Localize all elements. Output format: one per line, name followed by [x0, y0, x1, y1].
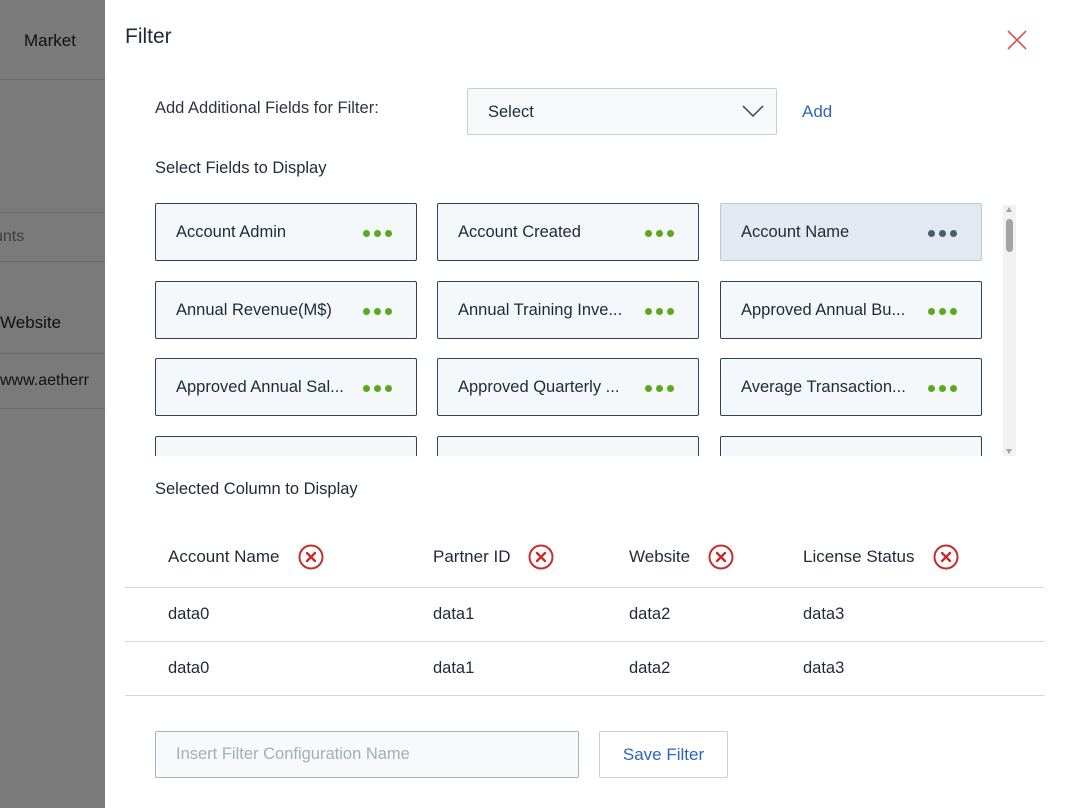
field-chip[interactable]: [155, 436, 417, 456]
table-cell: data3: [803, 605, 845, 623]
column-header-account-name: Account Name: [168, 544, 324, 570]
chevron-down-icon: [742, 105, 764, 118]
field-chip-approved-annual-sal[interactable]: Approved Annual Sal...: [155, 358, 417, 416]
field-chip-grid: Account Admin Account Created Account Na…: [155, 203, 1017, 456]
add-fields-label: Add Additional Fields for Filter:: [155, 99, 379, 117]
bg-cell-url: www.aetherr: [0, 372, 89, 389]
chip-label: Annual Revenue(M$): [176, 301, 332, 319]
more-dots-icon: [928, 385, 957, 392]
column-header-label: Website: [629, 547, 691, 566]
bg-nav-market: Market: [24, 31, 76, 50]
column-header-label: License Status: [803, 547, 915, 566]
more-dots-icon: [645, 385, 674, 392]
table-row: data0 data1 data2 data3: [125, 642, 1045, 696]
remove-column-icon[interactable]: [933, 544, 959, 570]
field-chip-approved-quarterly[interactable]: Approved Quarterly ...: [437, 358, 699, 416]
column-header-partner-id: Partner ID: [433, 544, 554, 570]
column-header-license-status: License Status: [803, 544, 959, 570]
table-header: Account Name Partner ID Website License …: [125, 527, 1045, 588]
additional-field-select[interactable]: Select: [467, 88, 777, 135]
table-cell: data0: [168, 605, 210, 623]
close-icon[interactable]: [1003, 26, 1031, 54]
select-value: Select: [488, 103, 534, 121]
field-chip-average-transaction[interactable]: Average Transaction...: [720, 358, 982, 416]
more-dots-icon: [645, 308, 674, 315]
table-cell: data0: [168, 659, 210, 677]
field-chip[interactable]: [720, 436, 982, 456]
more-dots-icon: [363, 308, 392, 315]
chip-label: Account Admin: [176, 223, 287, 241]
field-chip-account-admin[interactable]: Account Admin: [155, 203, 417, 261]
background-page: Market unts Website www.aetherr: [0, 0, 105, 808]
column-header-website: Website: [629, 544, 734, 570]
field-chip-annual-training[interactable]: Annual Training Inve...: [437, 281, 699, 339]
remove-column-icon[interactable]: [298, 544, 324, 570]
field-chip[interactable]: [437, 436, 699, 456]
bg-column-header: Website: [0, 313, 62, 332]
scroll-up-arrow-icon[interactable]: [1006, 207, 1012, 212]
table-cell: data2: [629, 605, 671, 623]
selected-columns-label: Selected Column to Display: [155, 480, 358, 498]
column-header-label: Partner ID: [433, 547, 511, 566]
bg-accounts-text: unts: [0, 228, 25, 245]
more-dots-icon: [928, 230, 957, 237]
chip-label: Approved Quarterly ...: [458, 378, 620, 396]
remove-column-icon[interactable]: [708, 544, 734, 570]
add-field-link[interactable]: Add: [802, 102, 832, 122]
chip-label: Account Name: [741, 223, 850, 241]
more-dots-icon: [363, 230, 392, 237]
table-cell: data1: [433, 605, 475, 623]
chip-label: Average Transaction...: [741, 378, 906, 396]
table-cell: data3: [803, 659, 845, 677]
table-cell: data2: [629, 659, 671, 677]
table-cell: data1: [433, 659, 475, 677]
bg-divider: [0, 408, 105, 409]
bg-divider: [0, 79, 105, 80]
chip-label: Account Created: [458, 223, 581, 241]
field-chip-account-created[interactable]: Account Created: [437, 203, 699, 261]
more-dots-icon: [928, 308, 957, 315]
select-fields-label: Select Fields to Display: [155, 159, 327, 177]
field-chip-annual-revenue[interactable]: Annual Revenue(M$): [155, 281, 417, 339]
bg-divider: [0, 212, 105, 213]
chip-label: Annual Training Inve...: [458, 301, 623, 319]
save-filter-button[interactable]: Save Filter: [599, 731, 728, 778]
field-chip-account-name[interactable]: Account Name: [720, 203, 982, 261]
scroll-down-arrow-icon[interactable]: [1006, 449, 1012, 454]
chip-label: Approved Annual Sal...: [176, 378, 344, 396]
more-dots-icon: [645, 230, 674, 237]
table-row: data0 data1 data2 data3: [125, 588, 1045, 642]
remove-column-icon[interactable]: [528, 544, 554, 570]
chip-label: Approved Annual Bu...: [741, 301, 906, 319]
column-header-label: Account Name: [168, 547, 280, 566]
filter-drawer: Filter Add Additional Fields for Filter:…: [105, 0, 1065, 808]
scroll-thumb[interactable]: [1006, 219, 1013, 252]
selected-columns-table: Account Name Partner ID Website License …: [125, 527, 1045, 696]
filter-config-name-input[interactable]: [155, 731, 579, 778]
bg-divider: [0, 261, 105, 262]
drawer-title: Filter: [125, 25, 172, 48]
field-chip-approved-annual-bu[interactable]: Approved Annual Bu...: [720, 281, 982, 339]
more-dots-icon: [363, 385, 392, 392]
chip-grid-scrollbar[interactable]: [1003, 205, 1016, 456]
bg-divider: [0, 353, 105, 354]
